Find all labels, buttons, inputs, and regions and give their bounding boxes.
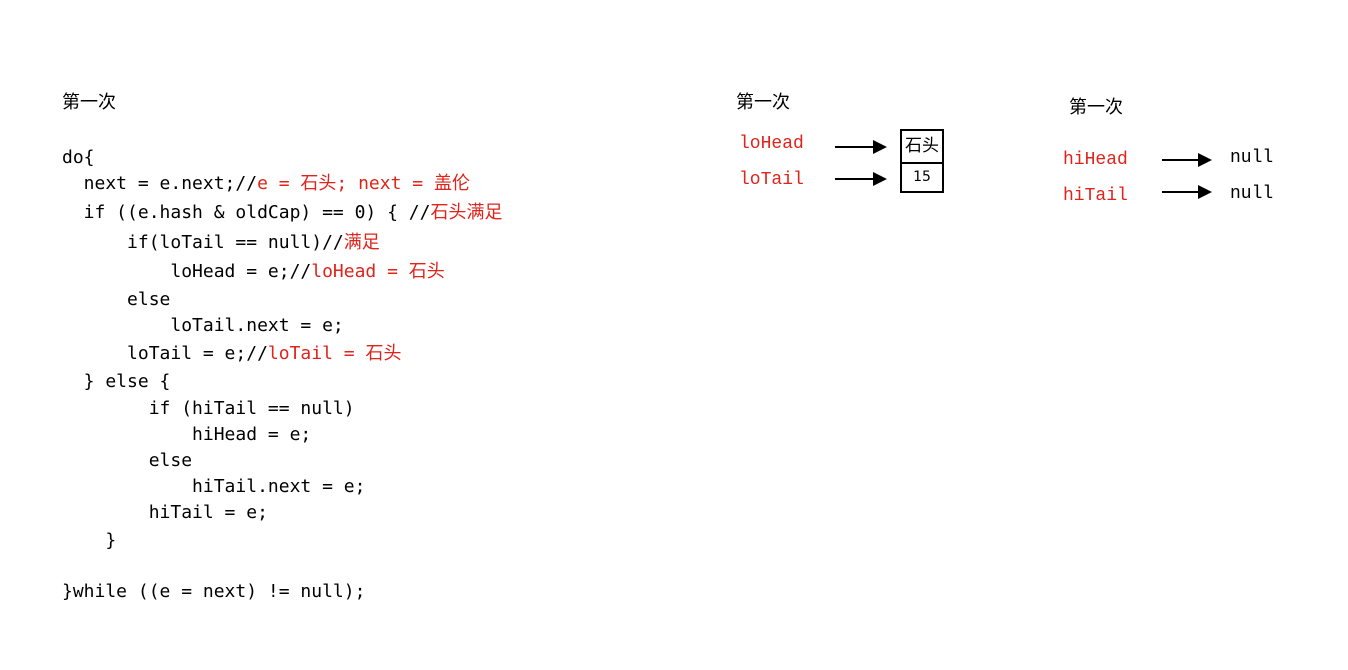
hi-head-label: hiHead xyxy=(1063,150,1128,170)
hi-heading: 第一次 xyxy=(1069,97,1123,118)
code-line: hiTail.next = e; xyxy=(62,476,366,497)
code-line: hiTail = e; xyxy=(62,502,268,523)
node-key: 石头 xyxy=(902,131,942,164)
code-line: next = e.next;//e = 石头; next = 盖伦 xyxy=(62,173,470,194)
node-value: 15 xyxy=(913,169,931,185)
lo-tail-arrow xyxy=(835,172,887,186)
code-line: if (hiTail == null) xyxy=(62,398,355,419)
hi-head-arrow xyxy=(1162,153,1214,167)
code-comment: e = 石头; next = 盖伦 xyxy=(257,173,470,194)
code-comment: loTail = 石头 xyxy=(267,343,402,364)
code-line: loTail = e;//loTail = 石头 xyxy=(62,343,402,364)
hi-tail-null: null xyxy=(1230,184,1274,204)
lo-heading: 第一次 xyxy=(736,92,790,113)
code-comment: 满足 xyxy=(343,232,380,253)
code-line: do{ xyxy=(62,147,95,168)
code-heading: 第一次 xyxy=(62,92,116,113)
code-line: if(loTail == null)//满足 xyxy=(62,232,380,253)
code-comment: loHead = 石头 xyxy=(311,261,445,282)
lo-head-arrow xyxy=(835,140,887,154)
lo-tail-label: loTail xyxy=(739,170,804,190)
code-line: else xyxy=(62,450,193,471)
code-line: if ((e.hash & oldCap) == 0) { //石头满足 xyxy=(62,202,503,223)
code-line: } xyxy=(62,530,117,551)
code-line: else xyxy=(62,289,171,310)
code-line: hiHead = e; xyxy=(62,424,312,445)
code-comment: 石头满足 xyxy=(430,202,503,223)
code-line: loHead = e;//loHead = 石头 xyxy=(62,261,445,282)
code-line: } else { xyxy=(62,371,171,392)
hi-tail-arrow xyxy=(1162,185,1214,199)
code-line: }while ((e = next) != null); xyxy=(62,581,366,602)
hi-tail-label: hiTail xyxy=(1063,186,1128,206)
lo-head-label: loHead xyxy=(739,134,804,154)
code-line: loTail.next = e; xyxy=(62,315,344,336)
linked-list-node: 石头 15 xyxy=(900,129,944,193)
hi-head-null: null xyxy=(1230,148,1274,168)
